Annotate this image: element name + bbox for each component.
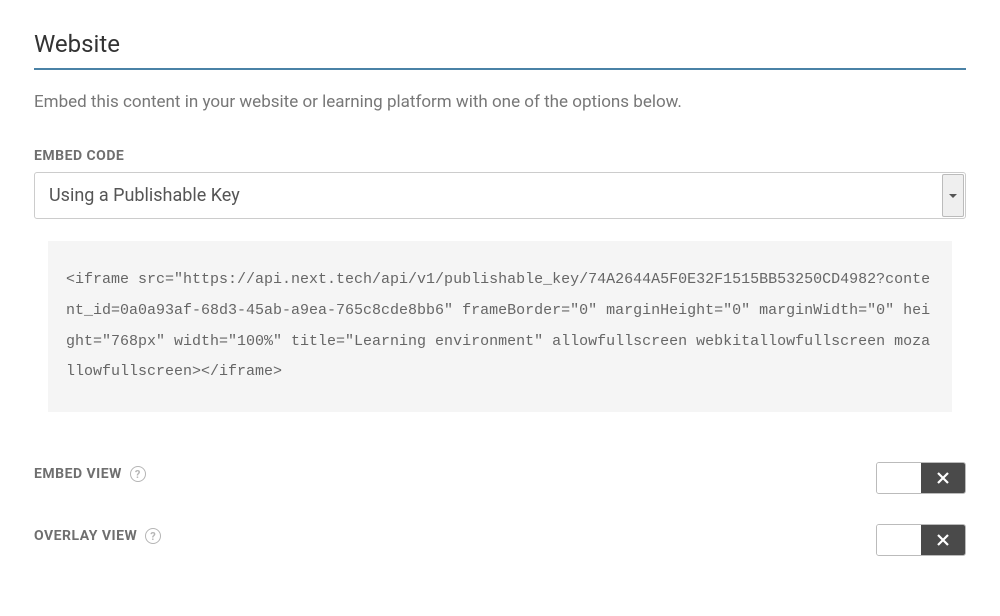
overlay-view-toggle[interactable] bbox=[876, 524, 966, 556]
toggle-off-option[interactable] bbox=[877, 463, 921, 493]
overlay-view-row: OVERLAY VIEW ? bbox=[34, 524, 966, 556]
section-description: Embed this content in your website or le… bbox=[34, 92, 966, 112]
embed-view-toggle[interactable] bbox=[876, 462, 966, 494]
overlay-view-label-text: OVERLAY VIEW bbox=[34, 528, 137, 544]
help-icon[interactable]: ? bbox=[145, 528, 161, 544]
embed-code-snippet[interactable]: <iframe src="https://api.next.tech/api/v… bbox=[48, 241, 952, 412]
embed-view-label-text: EMBED VIEW bbox=[34, 466, 122, 482]
embed-code-select-wrapper: Using a Publishable Key bbox=[34, 172, 966, 219]
embed-view-row: EMBED VIEW ? bbox=[34, 462, 966, 494]
help-icon[interactable]: ? bbox=[130, 466, 146, 482]
embed-view-label: EMBED VIEW ? bbox=[34, 466, 146, 482]
close-icon bbox=[937, 472, 949, 484]
toggle-on-option[interactable] bbox=[921, 525, 965, 555]
close-icon bbox=[937, 534, 949, 546]
section-title: Website bbox=[34, 30, 966, 70]
embed-code-select[interactable]: Using a Publishable Key bbox=[34, 172, 966, 219]
toggle-off-option[interactable] bbox=[877, 525, 921, 555]
embed-code-label: EMBED CODE bbox=[34, 148, 966, 164]
toggle-on-option[interactable] bbox=[921, 463, 965, 493]
overlay-view-label: OVERLAY VIEW ? bbox=[34, 528, 161, 544]
